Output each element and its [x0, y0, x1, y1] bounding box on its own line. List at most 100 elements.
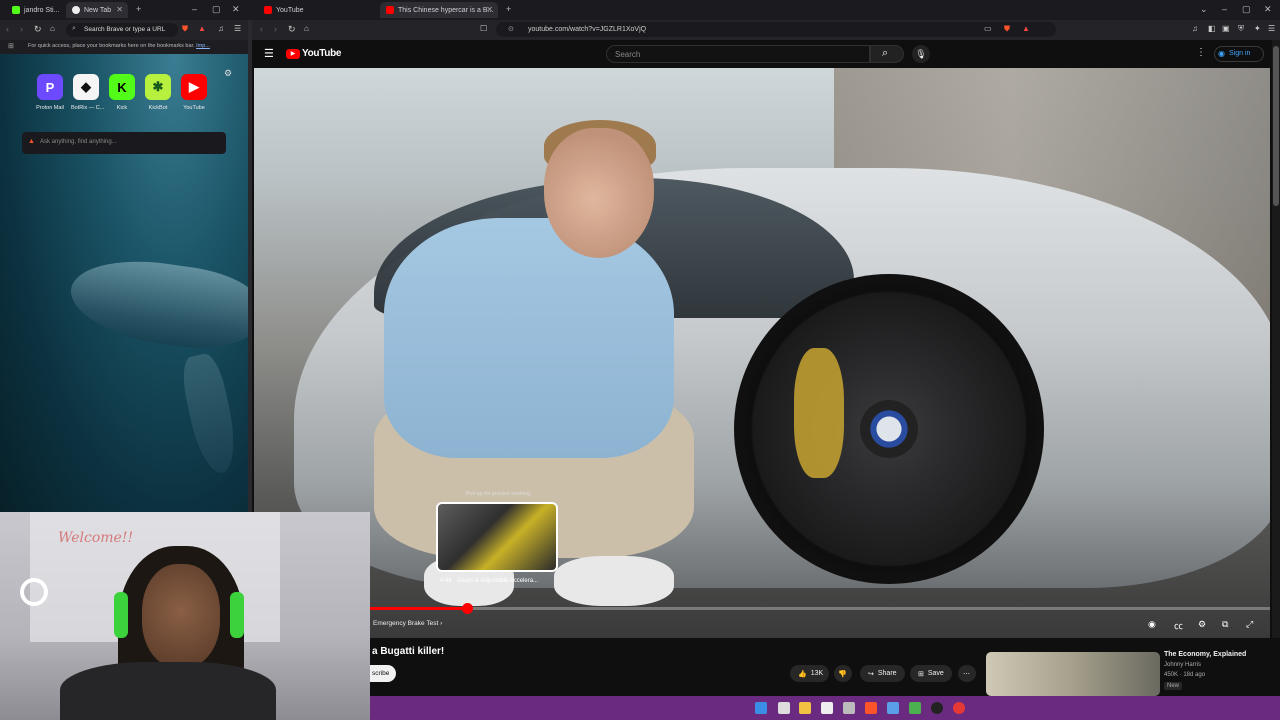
back-icon[interactable]: ‹ — [6, 24, 9, 34]
wheel-hub — [860, 400, 918, 458]
fullscreen-icon[interactable]: ⤢ — [1246, 619, 1253, 630]
new-badge: New — [1164, 682, 1183, 690]
reload-icon[interactable]: ↻ — [288, 24, 296, 35]
share-button[interactable]: ↪ Share — [860, 665, 905, 682]
menu-icon[interactable]: ☰ — [234, 24, 241, 33]
shortcut-proton-mail[interactable]: P Proton Mail — [35, 74, 65, 111]
miniplayer-icon[interactable]: ⧉ — [1222, 619, 1228, 630]
voice-search-button[interactable]: 🎙 — [912, 45, 930, 63]
proton-mail-icon: P — [37, 74, 63, 100]
shortcut-youtube[interactable]: ▶ YouTube — [179, 74, 209, 111]
kick-icon: K — [109, 74, 135, 100]
youtube-icon — [264, 6, 272, 14]
brave-shield-icon[interactable]: ⛊ — [182, 24, 188, 34]
maximize-icon[interactable]: ▢ — [212, 4, 221, 15]
calculator-icon[interactable] — [887, 702, 899, 714]
tab-youtube[interactable]: YouTube — [258, 2, 376, 18]
microphone-icon: 🎙 — [915, 49, 927, 59]
new-tab-icon[interactable]: + — [136, 4, 141, 14]
ask-input[interactable]: ▲ Ask anything, find anything... — [22, 132, 226, 154]
obs-icon[interactable] — [931, 702, 943, 714]
subscribe-button[interactable]: scribe — [370, 665, 396, 682]
url-bar[interactable]: ⊙ youtube.com/watch?v=JGZLR1XoVjQ — [496, 22, 1056, 37]
presenter-shirt — [384, 218, 674, 458]
search-button[interactable]: ⌕ — [870, 45, 904, 63]
captions-icon[interactable]: ㏄ — [1174, 619, 1183, 632]
thumbs-down-icon: 👎 — [838, 670, 847, 678]
close-tab-icon[interactable]: ✕ — [486, 5, 493, 14]
tab-video[interactable]: This Chinese hypercar is a B... ✕ — [380, 2, 498, 18]
settings-gear-icon[interactable]: ⚙ — [1198, 619, 1206, 630]
chapter-button[interactable]: Emergency Brake Test › — [373, 620, 442, 627]
sign-in-button[interactable]: ◉ Sign in — [1214, 46, 1264, 62]
back-icon[interactable]: ‹ — [260, 24, 263, 34]
tab-kick[interactable]: jandro Sti... — [6, 2, 62, 18]
sidebar-icon[interactable]: ◧ — [1208, 24, 1216, 33]
save-playlist-icon: ⊞ — [918, 670, 924, 678]
close-tab-icon[interactable]: ✕ — [116, 5, 123, 14]
search-input[interactable]: Search — [606, 45, 870, 63]
notepad-icon[interactable] — [821, 702, 833, 714]
video-player[interactable] — [254, 68, 1270, 638]
task-view-icon[interactable] — [778, 702, 790, 714]
whale-fin-image — [177, 351, 243, 477]
brave-shield-icon[interactable]: ⛊ — [1004, 24, 1010, 34]
file-explorer-icon[interactable] — [799, 702, 811, 714]
tab-new-tab[interactable]: New Tab ✕ — [66, 2, 128, 18]
progress-scrubber[interactable] — [462, 603, 473, 614]
home-icon[interactable]: ⌂ — [50, 24, 55, 33]
page-scrollbar[interactable] — [1272, 40, 1280, 696]
shortcut-kick[interactable]: K Kick — [107, 74, 137, 111]
drive-icon[interactable] — [909, 702, 921, 714]
close-window-icon[interactable]: ✕ — [232, 4, 240, 15]
kickbot-icon: ✱ — [145, 74, 171, 100]
hamburger-menu-icon[interactable]: ☰ — [264, 47, 274, 60]
settings-gear-icon[interactable]: ⚙ — [224, 68, 232, 79]
recommended-channel[interactable]: Johnny Harris — [1164, 662, 1201, 668]
recommended-video-thumbnail[interactable] — [986, 652, 1160, 696]
address-bar[interactable]: ⌕ Search Brave or type a URL — [66, 23, 178, 37]
app-icon[interactable] — [843, 702, 855, 714]
apps-grid-icon[interactable]: ⊞ — [8, 42, 14, 50]
whale-image — [65, 251, 248, 357]
shortcut-botrix[interactable]: ◆ BotRix — C... — [71, 74, 104, 111]
right-toolbar: ‹ › ↻ ⌂ ☐ ⊙ youtube.com/watch?v=JGZLR1Xo… — [252, 20, 1280, 40]
youtube-logo[interactable]: ▶ YouTube — [286, 48, 342, 59]
minimize-icon[interactable]: – — [1222, 4, 1227, 14]
like-button[interactable]: 👍 13K — [790, 665, 830, 682]
site-info-icon[interactable]: ⊙ — [508, 25, 514, 33]
import-bookmarks-link[interactable]: Imp... — [196, 43, 210, 49]
recording-icon[interactable] — [953, 702, 965, 714]
autoplay-toggle-icon[interactable]: ◉ — [1148, 619, 1156, 630]
dislike-button[interactable]: 👎 — [834, 665, 852, 682]
new-tab-icon[interactable]: + — [506, 4, 511, 14]
forward-icon[interactable]: › — [20, 24, 23, 34]
more-options-icon[interactable]: ⋮ — [1196, 47, 1206, 58]
maximize-icon[interactable]: ▢ — [1242, 4, 1251, 15]
progress-bar[interactable] — [370, 607, 1270, 610]
presenter-shoe — [554, 556, 674, 606]
cast-icon[interactable]: ▭ — [984, 24, 992, 33]
brave-rewards-icon[interactable]: ▲ — [1022, 24, 1030, 33]
scrollbar-thumb[interactable] — [1273, 46, 1279, 206]
minimize-icon[interactable]: – — [192, 4, 197, 14]
home-icon[interactable]: ⌂ — [304, 24, 309, 33]
brave-rewards-icon[interactable]: ▲ — [198, 24, 206, 33]
windows-start-icon[interactable] — [755, 702, 767, 714]
forward-icon[interactable]: › — [274, 24, 277, 34]
media-icon[interactable]: ♫ — [1192, 24, 1198, 33]
save-button[interactable]: ⊞ Save — [910, 665, 952, 682]
recommended-video-title[interactable]: The Economy, Explained — [1164, 651, 1246, 658]
reload-icon[interactable]: ↻ — [34, 24, 42, 35]
more-actions-button[interactable]: ⋯ — [958, 665, 976, 682]
bookmark-icon[interactable]: ☐ — [480, 24, 487, 33]
close-window-icon[interactable]: ✕ — [1264, 4, 1272, 15]
chevron-down-icon[interactable]: ⌄ — [1200, 4, 1208, 15]
shortcut-kickbot[interactable]: ✱ KickBot — [143, 74, 173, 111]
leo-icon[interactable]: ✦ — [1254, 24, 1261, 33]
media-icon[interactable]: ♫ — [218, 24, 224, 33]
menu-icon[interactable]: ☰ — [1268, 24, 1275, 33]
wallet-icon[interactable]: ▣ — [1222, 24, 1230, 33]
brave-taskbar-icon[interactable] — [865, 702, 877, 714]
vpn-icon[interactable]: ⛨ — [1238, 24, 1244, 34]
